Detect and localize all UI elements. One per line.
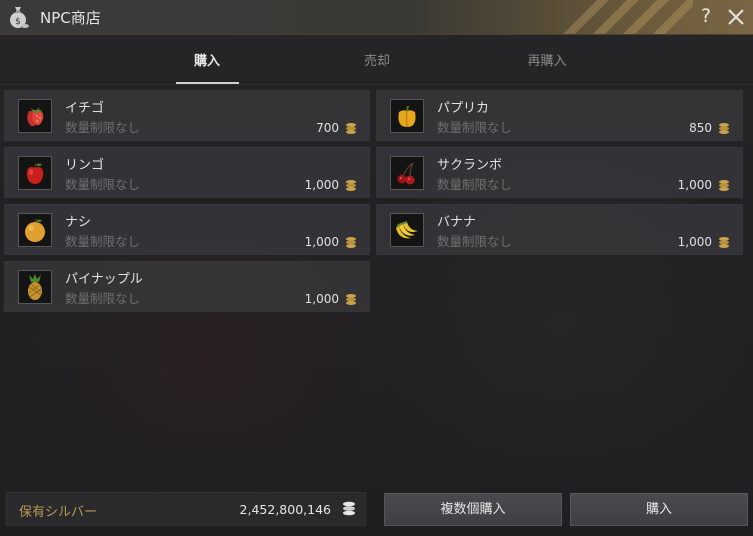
item-price: 1,000 (304, 292, 339, 306)
silver-coin-icon (343, 501, 355, 516)
buy-button[interactable]: 購入 (570, 493, 748, 526)
shop-item-pineapple[interactable]: パイナップル 数量制限なし 1,000 (4, 261, 370, 312)
title-bar[interactable]: $ NPC商店 ? (0, 0, 753, 35)
tab-bar: 購入 売却 再購入 (0, 34, 753, 86)
paprika-icon (390, 99, 424, 133)
strawberry-icon (18, 99, 52, 133)
item-limit: 数量制限なし (65, 234, 141, 249)
shop-item-pear[interactable]: ナシ 数量制限なし 1,000 (4, 204, 370, 255)
item-price: 1,000 (677, 178, 712, 192)
item-name: ナシ (65, 215, 92, 230)
item-name: サクランボ (437, 158, 503, 173)
silver-balance-value: 2,452,800,146 (239, 502, 331, 517)
silver-coin-icon (346, 294, 356, 305)
shop-item-apple[interactable]: リンゴ 数量制限なし 1,000 (4, 147, 370, 198)
npc-shop-window: $ NPC商店 ? 購入 売却 再購入 イチゴ 数量制限なし 700 パプリカ … (0, 0, 753, 536)
item-name: パイナップル (65, 272, 143, 287)
bulk-buy-button[interactable]: 複数個購入 (384, 493, 562, 526)
item-price: 850 (689, 121, 712, 135)
silver-balance-panel: 保有シルバー 2,452,800,146 (6, 492, 366, 526)
item-limit: 数量制限なし (437, 234, 513, 249)
item-limit: 数量制限なし (65, 120, 141, 135)
silver-coin-icon (719, 180, 729, 191)
close-icon[interactable] (724, 5, 748, 29)
pineapple-icon (18, 270, 52, 304)
title-decoration (563, 0, 693, 34)
silver-coin-icon (346, 123, 356, 134)
svg-text:$: $ (15, 17, 21, 27)
item-price: 1,000 (304, 235, 339, 249)
apple-icon (18, 156, 52, 190)
item-price: 1,000 (677, 235, 712, 249)
item-price: 1,000 (304, 178, 339, 192)
silver-coin-icon (346, 180, 356, 191)
silver-coin-icon (719, 123, 729, 134)
item-name: イチゴ (65, 101, 105, 116)
item-name: パプリカ (437, 101, 490, 116)
money-bag-icon: $ (6, 4, 30, 30)
tab-buy[interactable]: 購入 (147, 50, 267, 69)
window-title: NPC商店 (40, 9, 101, 27)
silver-coin-icon (719, 237, 729, 248)
silver-coin-icon (346, 237, 356, 248)
item-name: バナナ (437, 215, 477, 230)
shop-item-paprika[interactable]: パプリカ 数量制限なし 850 (376, 90, 743, 141)
item-limit: 数量制限なし (437, 120, 513, 135)
silver-balance-label: 保有シルバー (19, 505, 98, 520)
shop-item-cherry[interactable]: サクランボ 数量制限なし 1,000 (376, 147, 743, 198)
tab-sell[interactable]: 売却 (317, 50, 437, 69)
cherry-icon (390, 156, 424, 190)
help-button[interactable]: ? (696, 4, 716, 28)
pear-icon (18, 213, 52, 247)
tab-divider (0, 84, 753, 85)
item-limit: 数量制限なし (65, 291, 141, 306)
tab-rebuy[interactable]: 再購入 (487, 50, 607, 69)
item-limit: 数量制限なし (437, 177, 513, 192)
banana-icon (390, 213, 424, 247)
shop-item-banana[interactable]: バナナ 数量制限なし 1,000 (376, 204, 743, 255)
item-name: リンゴ (65, 158, 105, 173)
shop-item-strawberry[interactable]: イチゴ 数量制限なし 700 (4, 90, 370, 141)
item-price: 700 (316, 121, 339, 135)
item-limit: 数量制限なし (65, 177, 141, 192)
